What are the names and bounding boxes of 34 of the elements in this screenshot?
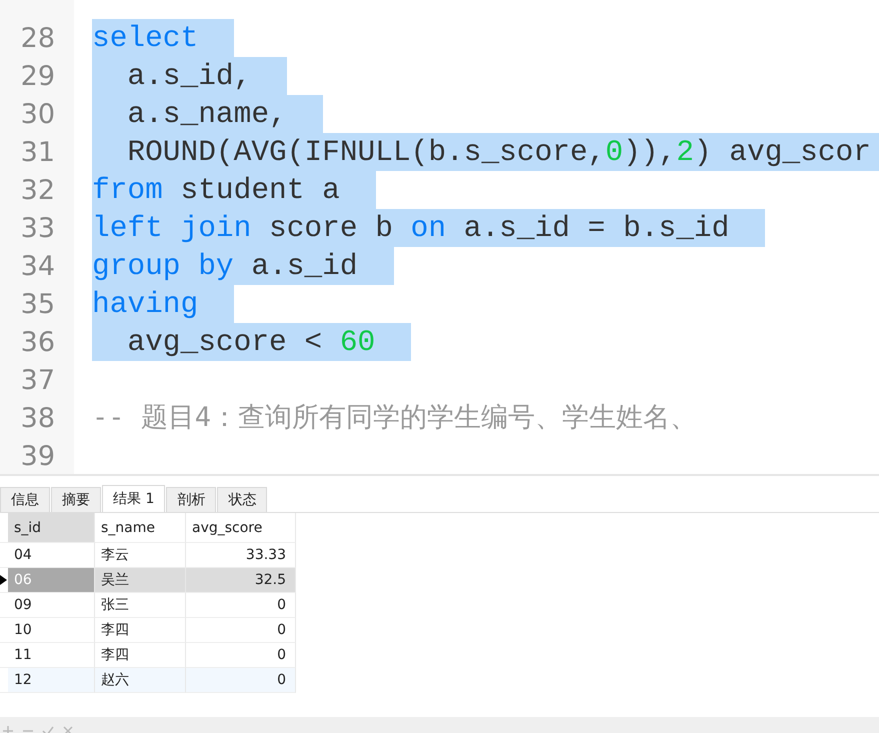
line-number: 38 [20, 402, 56, 434]
result-tab[interactable]: 摘要 [51, 487, 101, 512]
column-header[interactable]: s_name [95, 513, 186, 543]
code-line: -- 题目4：查询所有同学的学生编号、学生姓名、 [92, 401, 698, 435]
table-cell: 赵六 [95, 668, 186, 693]
row-pointer-icon [0, 575, 7, 585]
table-cell: 0 [186, 668, 296, 693]
line-number: 31 [20, 136, 56, 168]
line-number: 34 [20, 250, 56, 282]
table-cell: 06 [8, 568, 95, 593]
line-number: 37 [20, 364, 56, 396]
table-cell: 李四 [95, 618, 186, 643]
result-tab[interactable]: 状态 [217, 487, 268, 512]
column-header[interactable]: s_id [8, 513, 95, 543]
result-tab[interactable]: 剖析 [166, 487, 216, 512]
result-tab[interactable]: 信息 [0, 487, 50, 512]
table-cell: 12 [8, 668, 95, 693]
line-number: 33 [20, 212, 56, 244]
line-number: 32 [20, 174, 56, 206]
table-cell: 吴兰 [95, 568, 186, 593]
table-cell: 张三 [95, 593, 186, 618]
line-number: 30 [20, 98, 56, 130]
line-number: 29 [20, 60, 56, 92]
line-number: 36 [20, 326, 56, 358]
table-cell: 0 [186, 593, 296, 618]
table-cell: 09 [8, 593, 95, 618]
line-number: 35 [20, 288, 56, 320]
result-tab[interactable]: 结果 1 [102, 485, 166, 512]
table-cell: 10 [8, 618, 95, 643]
line-number: 39 [20, 440, 56, 472]
table-cell: 0 [186, 618, 296, 643]
column-header[interactable]: avg_score [186, 513, 296, 543]
table-cell: 32.5 [186, 568, 296, 593]
line-number: 28 [20, 22, 56, 54]
